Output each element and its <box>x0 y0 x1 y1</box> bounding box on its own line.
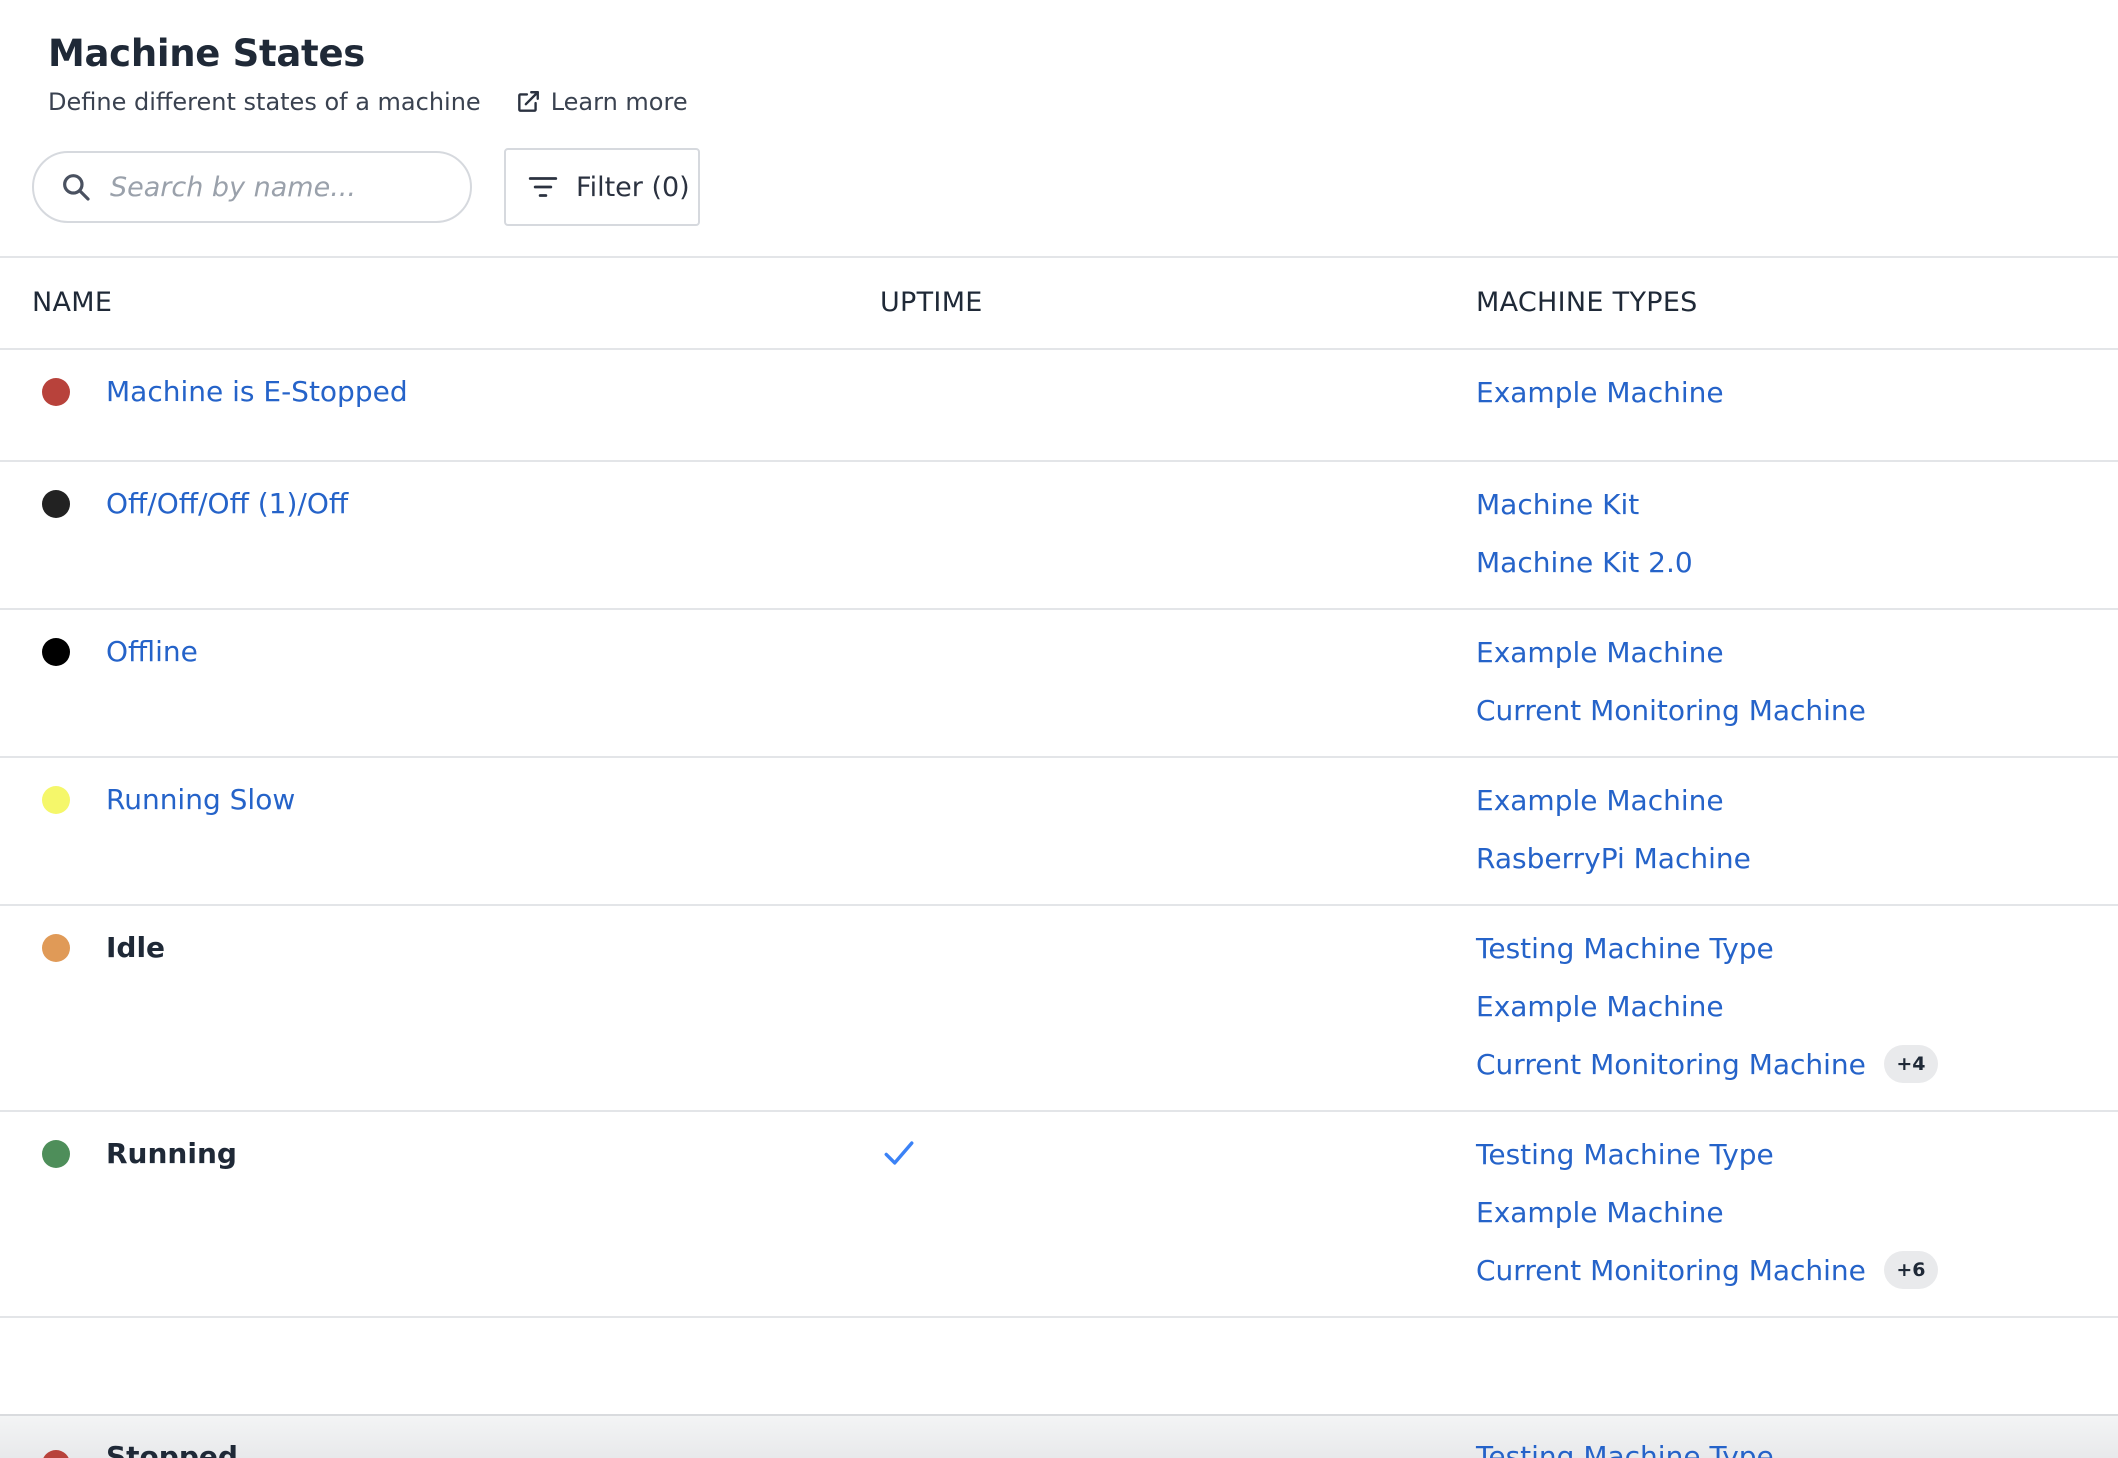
state-name[interactable]: Off/Off/Off (1)/Off <box>106 484 348 524</box>
page-header: Machine States Define different states o… <box>48 30 688 120</box>
table-body: Machine is E-Stopped Example Machine Off/O… <box>0 350 2118 1318</box>
machine-type-link[interactable]: Current Monitoring Machine <box>1476 694 1866 727</box>
machine-types-list: Machine Kit Machine Kit 2.0 <box>1476 484 1693 600</box>
state-name[interactable]: Offline <box>106 632 198 672</box>
state-color-dot <box>42 786 70 814</box>
table-row: Offline Example Machine Current Monitoring… <box>0 610 2118 758</box>
table-row: Off/Off/Off (1)/Off Machine Kit Machine Ki… <box>0 462 2118 610</box>
state-name: Stopped <box>106 1440 238 1458</box>
more-types-badge[interactable]: +6 <box>1883 1251 1938 1289</box>
state-color-dot <box>42 378 70 406</box>
more-types-badge[interactable]: +4 <box>1883 1045 1938 1083</box>
machine-type-item: Testing Machine Type <box>1476 928 1938 968</box>
search-box[interactable] <box>32 151 472 223</box>
machine-types-list: Example Machine <box>1476 372 1724 430</box>
column-header-machine-types: MACHINE TYPES <box>1476 287 1698 318</box>
machine-type-link[interactable]: Machine Kit 2.0 <box>1476 546 1693 579</box>
table-header: NAME UPTIME MACHINE TYPES <box>0 256 2118 350</box>
machine-type-item: Machine Kit 2.0 <box>1476 542 1693 582</box>
machine-type-link[interactable]: Testing Machine Type <box>1476 1440 1774 1458</box>
column-header-name: NAME <box>32 287 113 318</box>
table-row: Running Testing Machine Type Example Machi… <box>0 1112 2118 1318</box>
state-color-dot <box>42 638 70 666</box>
check-icon <box>884 1141 914 1165</box>
machine-type-link[interactable]: Example Machine <box>1476 636 1724 669</box>
machine-types-list: Testing Machine Type Example Machine Curre… <box>1476 928 1938 1102</box>
machine-type-item: Example Machine <box>1476 780 1751 820</box>
machine-type-link[interactable]: Example Machine <box>1476 990 1724 1023</box>
state-color-dot <box>42 1140 70 1168</box>
machine-type-item: Current Monitoring Machine +6 <box>1476 1250 1938 1290</box>
machine-types-list: Example Machine Current Monitoring Machin… <box>1476 632 1866 748</box>
column-header-uptime: UPTIME <box>880 287 983 318</box>
machine-type-link[interactable]: RasberryPi Machine <box>1476 842 1751 875</box>
machine-type-item: Current Monitoring Machine +4 <box>1476 1044 1938 1084</box>
state-name[interactable]: Running Slow <box>106 780 295 820</box>
filter-icon <box>528 177 558 197</box>
machine-type-item: Example Machine <box>1476 372 1724 412</box>
machine-states-table: NAME UPTIME MACHINE TYPES Machine is E-S… <box>0 256 2118 1318</box>
state-name: Running <box>106 1137 237 1170</box>
toolbar: Filter (0) <box>32 148 700 226</box>
table-row: Idle Testing Machine Type Example Machine C… <box>0 906 2118 1112</box>
machine-type-link[interactable]: Example Machine <box>1476 376 1724 409</box>
learn-more-link[interactable]: Learn more <box>515 88 688 116</box>
state-color-dot <box>42 1450 70 1458</box>
filter-button[interactable]: Filter (0) <box>504 148 700 226</box>
machine-type-item: Example Machine <box>1476 986 1938 1026</box>
state-name: Idle <box>106 931 166 964</box>
machine-type-link[interactable]: Testing Machine Type <box>1476 932 1774 965</box>
machine-type-link[interactable]: Machine Kit <box>1476 488 1639 521</box>
page-subtitle: Define different states of a machine <box>48 88 481 116</box>
page-title: Machine States <box>48 32 365 75</box>
state-name[interactable]: Machine is E-Stopped <box>106 372 408 412</box>
machine-type-link[interactable]: Example Machine <box>1476 784 1724 817</box>
machine-type-link[interactable]: Current Monitoring Machine <box>1476 1048 1866 1081</box>
table-row: Machine is E-Stopped Example Machine <box>0 350 2118 462</box>
search-input[interactable] <box>110 171 450 203</box>
subtitle-row: Define different states of a machine Lea… <box>48 84 688 120</box>
machine-type-link[interactable]: Current Monitoring Machine <box>1476 1254 1866 1287</box>
machine-type-item: Machine Kit <box>1476 484 1693 524</box>
machine-type-item: Testing Machine Type <box>1476 1134 1938 1174</box>
partial-table-row: Stopped Testing Machine Type <box>0 1414 2118 1458</box>
machine-types-list: Example Machine RasberryPi Machine <box>1476 780 1751 896</box>
state-color-dot <box>42 490 70 518</box>
table-row: Running Slow Example Machine RasberryPi Ma… <box>0 758 2118 906</box>
machine-type-link[interactable]: Example Machine <box>1476 1196 1724 1229</box>
machine-type-item: RasberryPi Machine <box>1476 838 1751 878</box>
learn-more-label: Learn more <box>550 88 688 116</box>
machine-types-list: Testing Machine Type Example Machine Curre… <box>1476 1134 1938 1308</box>
machine-type-item: Example Machine <box>1476 1192 1938 1232</box>
state-color-dot <box>42 934 70 962</box>
search-icon <box>63 174 90 201</box>
external-link-icon <box>517 91 539 112</box>
filter-label: Filter (0) <box>576 171 690 203</box>
machine-type-link[interactable]: Testing Machine Type <box>1476 1138 1774 1171</box>
machine-type-item: Example Machine <box>1476 632 1866 672</box>
machine-type-item: Current Monitoring Machine <box>1476 690 1866 730</box>
